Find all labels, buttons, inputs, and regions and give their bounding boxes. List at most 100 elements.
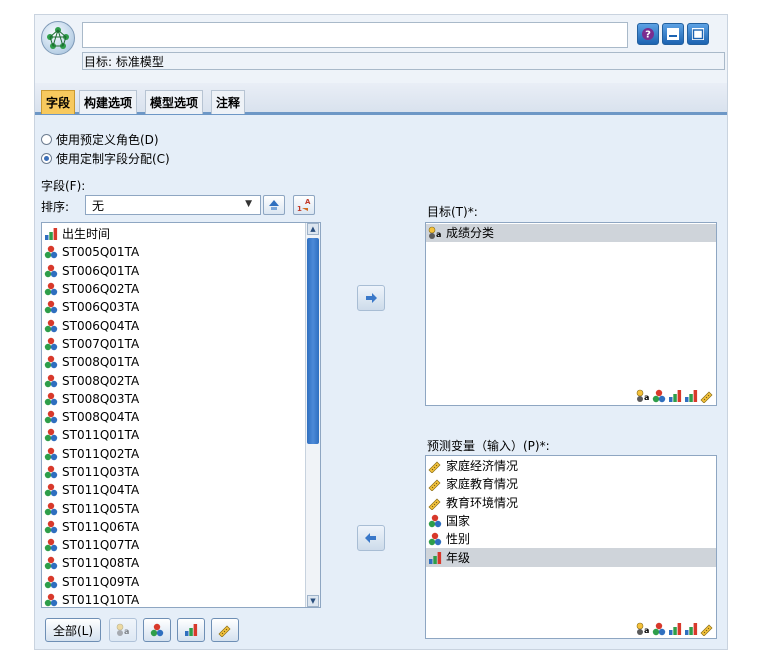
nominal-type-icon — [44, 520, 58, 534]
list-item[interactable]: ST006Q01TA — [42, 262, 304, 280]
svg-text:a: a — [644, 626, 649, 635]
fields-label: 字段(F): — [41, 179, 86, 193]
minimize-icon[interactable] — [662, 23, 684, 45]
list-item[interactable]: ST005Q01TA — [42, 243, 304, 261]
list-item[interactable]: ST011Q10TA — [42, 591, 304, 607]
node-name-field[interactable] — [82, 22, 628, 48]
radio-custom-assignment[interactable]: 使用定制字段分配(C) — [41, 150, 170, 167]
predictors-list[interactable]: 家庭经济情况 家庭教育情况教育环境情况国家性别年级 a — [425, 455, 717, 639]
tab-fields[interactable]: 字段 — [41, 90, 76, 114]
list-item[interactable]: ST006Q04TA — [42, 316, 304, 334]
list-item-label: ST008Q03TA — [62, 391, 140, 406]
list-item[interactable]: ST011Q01TA — [42, 426, 304, 444]
list-item-label: 年级 — [446, 550, 471, 565]
list-item[interactable]: 性别 — [426, 530, 716, 548]
list-item[interactable]: 教育环境情况 — [426, 494, 716, 512]
move-to-fields-button[interactable] — [357, 525, 385, 551]
list-item[interactable]: 出生时间 — [42, 225, 304, 243]
ordinal-type-icon — [668, 389, 682, 403]
radio-button[interactable] — [41, 134, 52, 145]
maximize-icon[interactable] — [687, 23, 709, 45]
list-item[interactable]: ST011Q07TA — [42, 536, 304, 554]
fields-list[interactable]: 出生时间 ST005Q01TA ST006Q01TA ST006Q02TA ST006Q… — [41, 222, 321, 608]
list-item-label: ST006Q03TA — [62, 300, 140, 315]
list-item-label: ST006Q02TA — [62, 282, 140, 297]
nominal-type-icon — [44, 392, 58, 406]
filter-ordinal-button[interactable] — [177, 618, 205, 642]
list-item[interactable]: a 成绩分类 — [426, 224, 716, 243]
list-item[interactable]: ST011Q03TA — [42, 463, 304, 481]
list-item[interactable]: 国家 — [426, 512, 716, 530]
nominal-type-icon — [44, 245, 58, 259]
nominal-type-icon — [44, 374, 58, 388]
list-item-label: 出生时间 — [62, 227, 111, 242]
nominal-type-icon — [44, 337, 58, 351]
scroll-down-icon[interactable]: ▼ — [307, 595, 319, 607]
radio-predefined-roles[interactable]: 使用预定义角色(D) — [41, 131, 159, 148]
move-to-target-button[interactable] — [357, 285, 385, 311]
tab-annotations[interactable]: 注释 — [211, 90, 246, 114]
nominal-type-icon — [44, 465, 58, 479]
list-item-label: ST011Q08TA — [62, 556, 140, 571]
list-item-label: ST008Q02TA — [62, 373, 140, 388]
list-item-label: 教育环境情况 — [446, 495, 519, 510]
list-item-label: ST011Q01TA — [62, 428, 140, 443]
list-item[interactable]: ST006Q03TA — [42, 298, 304, 316]
list-item[interactable]: ST008Q02TA — [42, 371, 304, 389]
nominal-type-icon — [428, 532, 442, 546]
sort-order-button[interactable] — [263, 195, 285, 215]
svg-text:a: a — [436, 230, 441, 239]
list-item[interactable]: ST007Q01TA — [42, 335, 304, 353]
svg-text:A: A — [305, 198, 311, 206]
chevron-down-icon: ▼ — [245, 199, 252, 209]
nominal-type-icon — [44, 483, 58, 497]
list-item[interactable]: ST011Q05TA — [42, 499, 304, 517]
list-item[interactable]: ST008Q04TA — [42, 408, 304, 426]
list-item-label: ST011Q05TA — [62, 501, 140, 516]
target-list[interactable]: a 成绩分类 a — [425, 222, 717, 406]
target-field-label: 目标(T)*: — [427, 205, 478, 219]
list-item[interactable]: 家庭教育情况 — [426, 475, 716, 493]
list-item[interactable]: ST011Q02TA — [42, 445, 304, 463]
list-item-label: ST011Q04TA — [62, 483, 140, 498]
radio-button[interactable] — [41, 153, 52, 164]
tab-model-options[interactable]: 模型选项 — [145, 90, 204, 114]
filter-flag-button[interactable]: a — [109, 618, 137, 642]
scroll-thumb[interactable] — [307, 238, 319, 444]
list-item-label: ST007Q01TA — [62, 336, 140, 351]
list-item-label: ST011Q02TA — [62, 446, 140, 461]
arrow-left-icon — [365, 533, 376, 543]
list-item-label: 性别 — [446, 532, 471, 547]
list-item[interactable]: ST011Q08TA — [42, 554, 304, 572]
radio-label: 使用定制字段分配(C) — [56, 152, 170, 166]
nominal-type-icon — [44, 575, 58, 589]
flag-type-icon: a — [636, 622, 650, 636]
continuous-type-icon — [428, 477, 442, 492]
list-item[interactable]: ST011Q04TA — [42, 481, 304, 499]
nominal-type-icon — [44, 264, 58, 278]
list-item[interactable]: ST008Q03TA — [42, 390, 304, 408]
list-item[interactable]: ST008Q01TA — [42, 353, 304, 371]
list-item[interactable]: 家庭经济情况 — [426, 457, 716, 475]
list-item-label: ST011Q03TA — [62, 465, 140, 479]
list-item[interactable]: ST006Q02TA — [42, 280, 304, 298]
help-icon[interactable]: ? — [637, 23, 659, 45]
sort-dropdown[interactable]: 无 ▼ — [85, 195, 261, 215]
sort-alpha-button[interactable]: A1 — [293, 195, 315, 215]
list-item[interactable]: ST011Q06TA — [42, 518, 304, 536]
svg-text:a: a — [644, 393, 649, 402]
fields-scrollbar[interactable]: ▲ ▼ — [305, 223, 320, 607]
filter-continuous-button[interactable] — [211, 618, 239, 642]
dialog-header: ? 目标: 标准模型 — [35, 15, 727, 83]
continuous-type-icon — [428, 459, 442, 474]
nominal-type-icon — [44, 410, 58, 424]
scroll-up-icon[interactable]: ▲ — [307, 223, 319, 235]
filter-nominal-button[interactable] — [143, 618, 171, 642]
sort-value: 无 — [92, 198, 105, 213]
select-all-button[interactable]: 全部(L) — [45, 618, 101, 642]
list-item-label: ST006Q04TA — [62, 318, 140, 333]
list-item[interactable]: ST011Q09TA — [42, 573, 304, 591]
nominal-type-icon — [44, 556, 58, 570]
list-item[interactable]: 年级 — [426, 548, 716, 567]
tab-build-options[interactable]: 构建选项 — [79, 90, 138, 114]
